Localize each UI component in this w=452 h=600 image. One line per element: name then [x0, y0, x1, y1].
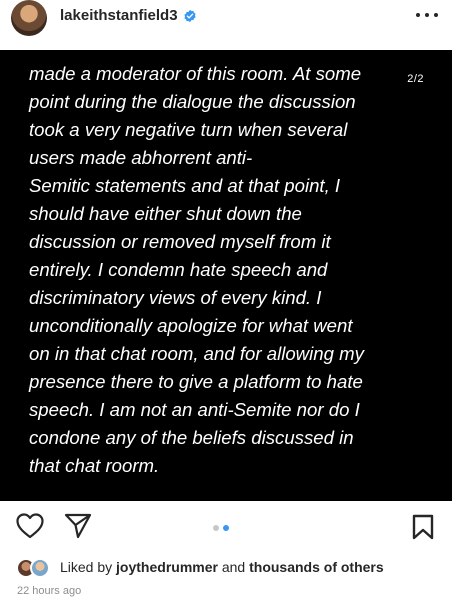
- post-image[interactable]: 2/2 made a moderator of this room. At so…: [0, 50, 452, 501]
- carousel-dot: [213, 525, 219, 531]
- avatar[interactable]: [11, 0, 47, 36]
- share-icon[interactable]: [64, 513, 92, 539]
- statement-line: that chat roorm.: [29, 455, 160, 476]
- likes-text: Liked by joythedrummer and thousands of …: [60, 559, 384, 575]
- statement-line: unconditionally apologize for what went: [29, 315, 353, 336]
- username[interactable]: lakeithstanfield3: [60, 7, 178, 24]
- liker-avatars: [16, 557, 56, 579]
- statement-line: users made abhorrent anti-: [29, 147, 253, 168]
- carousel-indicator: [213, 525, 229, 531]
- statement-line: made a moderator of this room. At some: [29, 63, 362, 84]
- likes-prefix: Liked by: [60, 559, 113, 575]
- verified-badge-icon: [184, 9, 196, 22]
- statement-line: took a very negative turn when several: [29, 119, 348, 140]
- action-bar: [0, 510, 452, 546]
- statement-line: discriminatory views of every kind. I: [29, 287, 322, 308]
- statement-line: point during the dialogue the discussion: [29, 91, 356, 112]
- statement-line: should have either shut down the: [29, 203, 302, 224]
- heart-icon[interactable]: [16, 513, 44, 539]
- likes-and: and: [221, 559, 246, 575]
- liker-username[interactable]: joythedrummer: [116, 559, 218, 575]
- carousel-dot-active: [223, 525, 229, 531]
- statement-line: speech. I am not an anti-Semite nor do I: [29, 399, 360, 420]
- avatar: [30, 558, 50, 578]
- statement-line: Semitic statements and at that point, I: [29, 175, 341, 196]
- statement-line: entirely. I condemn hate speech and: [29, 259, 328, 280]
- more-options-icon[interactable]: [416, 10, 438, 20]
- likes-others-link[interactable]: thousands of others: [249, 559, 384, 575]
- likes-row: Liked by joythedrummer and thousands of …: [16, 557, 446, 579]
- statement-line: discussion or removed myself from it: [29, 231, 331, 252]
- username-row[interactable]: lakeithstanfield3: [60, 7, 197, 24]
- statement-line: condone any of the beliefs discussed in: [29, 427, 354, 448]
- bookmark-icon[interactable]: [412, 514, 434, 540]
- post-header: lakeithstanfield3: [0, 0, 452, 46]
- statement-line: on in that chat room, and for allowing m…: [29, 343, 364, 364]
- statement-text: made a moderator of this room. At some po…: [29, 60, 424, 480]
- statement-line: presence there to give a platform to hat…: [29, 371, 363, 392]
- timestamp: 22 hours ago: [17, 585, 82, 597]
